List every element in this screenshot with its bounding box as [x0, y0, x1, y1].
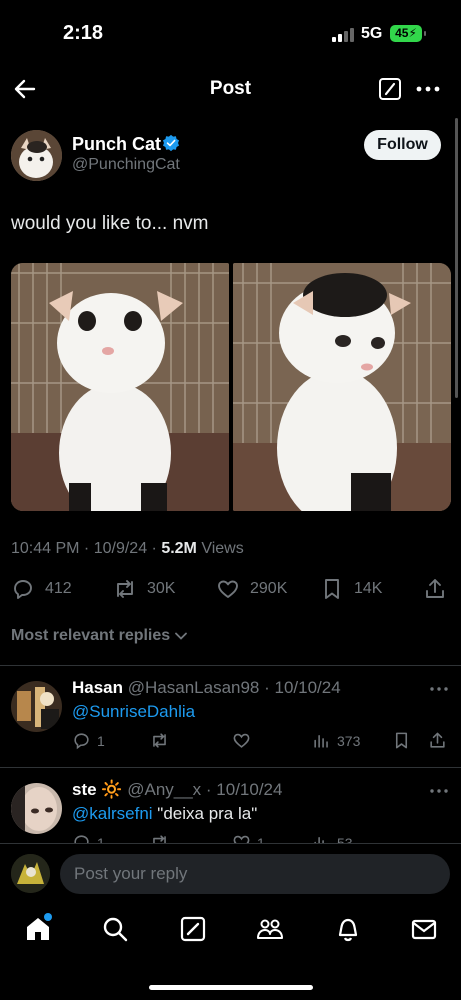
home-indicator[interactable]: [149, 985, 313, 990]
heart-icon: [218, 580, 238, 598]
reply-bookmark-button[interactable]: [392, 731, 411, 750]
top-nav: Post: [0, 66, 461, 112]
more-horizontal-icon[interactable]: [429, 787, 449, 795]
replies-sort-dropdown[interactable]: Most relevant replies: [11, 627, 188, 645]
author-name[interactable]: Punch Cat: [72, 134, 161, 155]
like-count: 290K: [250, 580, 288, 597]
avatar[interactable]: [11, 854, 50, 893]
reply-view-count: 373: [337, 732, 361, 749]
battery-level: 45: [395, 26, 409, 40]
reply-author-name[interactable]: Hasan: [72, 678, 123, 697]
scroll-indicator[interactable]: [455, 118, 458, 398]
reply-repost-button[interactable]: [150, 731, 175, 750]
replies-sort-label: Most relevant replies: [11, 627, 171, 644]
repost-icon: [117, 580, 133, 598]
reply-author-name[interactable]: ste: [72, 780, 97, 799]
repost-icon: [153, 733, 166, 748]
messages-icon: [411, 919, 437, 940]
repost-count: 30K: [147, 580, 176, 597]
reply-actions: 1 373: [72, 731, 452, 753]
bookmark-icon: [395, 732, 408, 749]
more-horizontal-icon[interactable]: [415, 77, 441, 101]
bookmark-count: 14K: [354, 580, 383, 597]
tab-communities[interactable]: [256, 915, 286, 945]
reply-like-button[interactable]: [232, 731, 257, 750]
chevron-down-icon: [175, 632, 188, 640]
reply-reply-count: 1: [97, 732, 105, 749]
post-photo-2[interactable]: [233, 263, 451, 511]
reply-count: 412: [45, 580, 72, 597]
follow-button[interactable]: Follow: [364, 130, 441, 160]
avatar[interactable]: [11, 130, 62, 181]
repost-button[interactable]: 30K: [113, 573, 175, 605]
reply-button[interactable]: 412: [11, 573, 72, 605]
reply-mention[interactable]: @kalrsefni: [72, 804, 153, 823]
views-label: Views: [201, 540, 244, 557]
signal-icon: [332, 28, 354, 42]
divider: [0, 767, 461, 768]
post-meta: 10:44 PM · 10/9/24 · 5.2M Views: [11, 540, 244, 557]
reply-reply-button[interactable]: 1: [72, 731, 105, 750]
share-icon: [430, 732, 445, 748]
status-bar: 2:18 5G 45⚡: [0, 0, 461, 66]
reply-date: 10/10/24: [274, 678, 341, 697]
tab-search[interactable]: [101, 915, 131, 945]
reply-author-handle[interactable]: @HasanLasan98: [128, 678, 260, 697]
post-photo-1[interactable]: [11, 263, 229, 511]
grok-icon[interactable]: [378, 77, 402, 101]
reply-share-button[interactable]: [428, 731, 447, 750]
reply-input[interactable]: Post your reply: [60, 854, 450, 894]
reply-avatar[interactable]: [11, 681, 62, 732]
tab-grok[interactable]: [179, 915, 209, 945]
post-text: would you like to... nvm: [11, 213, 209, 234]
tab-messages[interactable]: [410, 915, 440, 945]
view-count: 5.2M: [161, 540, 197, 557]
network-type: 5G: [361, 25, 383, 42]
reply-header: Hasan @HasanLasan98 · 10/10/24: [72, 678, 341, 697]
notifications-icon: [338, 918, 358, 942]
post-actions: 412 30K 290K 14K: [0, 573, 461, 605]
bookmark-button[interactable]: 14K: [320, 573, 382, 605]
status-time: 2:18: [63, 22, 104, 44]
grok-icon: [180, 916, 206, 942]
reply-text: @kalrsefni "deixa pra la": [72, 804, 257, 824]
battery-icon: 45⚡: [390, 25, 426, 42]
like-button[interactable]: 290K: [216, 573, 287, 605]
reply-icon: [14, 580, 32, 599]
reply-icon: [74, 733, 89, 750]
reply-date: 10/10/24: [216, 780, 283, 799]
divider: [0, 665, 461, 666]
verified-badge-icon: [162, 134, 180, 152]
post-time: 10:44 PM: [11, 540, 80, 557]
reply-composer: Post your reply: [0, 843, 461, 903]
sun-icon: 🔆: [101, 780, 123, 799]
search-icon: [103, 917, 128, 942]
reply-mention[interactable]: @SunriseDahlia: [72, 702, 195, 721]
home-notification-dot: [44, 913, 52, 921]
share-icon: [426, 579, 444, 598]
reply-views[interactable]: 373: [312, 731, 360, 750]
bookmark-icon: [325, 579, 339, 599]
post-date: 10/9/24: [93, 540, 148, 557]
communities-icon: [257, 919, 283, 939]
reply-text: @SunriseDahlia: [72, 702, 195, 722]
tab-notifications[interactable]: [334, 915, 364, 945]
reply-avatar[interactable]: [11, 783, 62, 834]
reply-author-handle[interactable]: @Any__x: [127, 780, 201, 799]
bottom-tab-bar: [0, 905, 461, 1000]
more-horizontal-icon[interactable]: [429, 685, 449, 693]
views-icon: [314, 734, 328, 748]
heart-icon: [233, 733, 250, 748]
reply-body: "deixa pra la": [157, 804, 258, 823]
reply-header: ste 🔆 @Any__x · 10/10/24: [72, 780, 283, 799]
share-button[interactable]: [423, 573, 447, 605]
author-handle[interactable]: @PunchingCat: [72, 156, 180, 174]
